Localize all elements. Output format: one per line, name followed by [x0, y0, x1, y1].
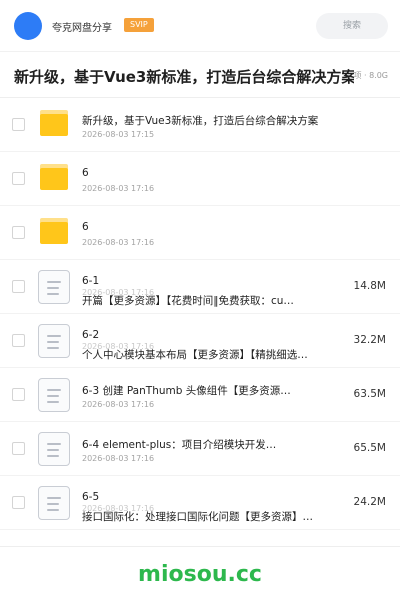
watermark-text: miosou.cc — [138, 562, 262, 587]
file-row[interactable]: 6-4 element-plus：项目介绍模块开发… 2026-08-03 17… — [0, 422, 400, 476]
file-size: 24.2M — [353, 496, 386, 508]
file-size: 65.5M — [353, 442, 386, 454]
folder-header: 新升级，基于Vue3新标准，打造后台综合解决方案 项 · 8.0G — [0, 52, 400, 98]
file-name-continued: 接口国际化：处理接口国际化问题【更多资源】… — [82, 511, 313, 523]
file-list: 新升级，基于Vue3新标准，打造后台综合解决方案 2026-08-03 17:1… — [0, 98, 400, 530]
row-checkbox[interactable] — [12, 334, 25, 347]
row-checkbox[interactable] — [12, 388, 25, 401]
document-icon — [38, 324, 70, 358]
document-icon — [38, 378, 70, 412]
file-date: 2026-08-03 17:15 — [82, 130, 155, 139]
row-checkbox[interactable] — [12, 280, 25, 293]
folder-meta: 项 · 8.0G — [353, 71, 388, 80]
file-name-continued: 开篇【更多资源】【花费时间‖免费获取：cu… — [82, 295, 294, 307]
file-date: 2026-08-03 17:16 — [82, 184, 155, 193]
document-icon — [38, 486, 70, 520]
svip-badge: SVIP — [124, 18, 154, 32]
folder-icon — [38, 110, 70, 138]
file-name: 6 — [82, 221, 89, 233]
search-button[interactable]: 搜索 — [316, 13, 388, 39]
document-icon — [38, 270, 70, 304]
file-name: 新升级，基于Vue3新标准，打造后台综合解决方案 — [82, 115, 319, 127]
file-date: 2026-08-03 17:16 — [82, 454, 155, 463]
folder-title: 新升级，基于Vue3新标准，打造后台综合解决方案 — [14, 68, 354, 86]
footer-divider — [0, 546, 400, 547]
file-name: 6-2 — [82, 329, 100, 341]
row-checkbox[interactable] — [12, 172, 25, 185]
top-bar: 夸克网盘分享 SVIP 搜索 — [0, 0, 400, 52]
file-name: 6-4 element-plus：项目介绍模块开发… — [82, 439, 277, 451]
folder-icon — [38, 164, 70, 192]
row-checkbox[interactable] — [12, 442, 25, 455]
document-icon — [38, 432, 70, 466]
row-checkbox[interactable] — [12, 118, 25, 131]
file-name: 6 — [82, 167, 89, 179]
file-size: 63.5M — [353, 388, 386, 400]
file-size: 14.8M — [353, 280, 386, 292]
file-size: 32.2M — [353, 334, 386, 346]
file-name: 6-5 — [82, 491, 100, 503]
file-name-continued: 个人中心模块基本布局【更多资源】【精挑细选… — [82, 349, 308, 361]
file-date: 2026-08-03 17:16 — [82, 238, 155, 247]
file-row[interactable]: 6 2026-08-03 17:16 — [0, 206, 400, 260]
file-row[interactable]: 新升级，基于Vue3新标准，打造后台综合解决方案 2026-08-03 17:1… — [0, 98, 400, 152]
file-row[interactable]: 6-5 2026-08-03 17:16 接口国际化：处理接口国际化问题【更多资… — [0, 476, 400, 530]
file-name: 6-1 — [82, 275, 100, 287]
user-name: 夸克网盘分享 — [52, 23, 112, 34]
folder-icon — [38, 218, 70, 246]
file-row[interactable]: 6-3 创建 PanThumb 头像组件【更多资源… 2026-08-03 17… — [0, 368, 400, 422]
file-name: 6-3 创建 PanThumb 头像组件【更多资源… — [82, 385, 291, 397]
row-checkbox[interactable] — [12, 496, 25, 509]
file-date: 2026-08-03 17:16 — [82, 400, 155, 409]
file-row[interactable]: 6 2026-08-03 17:16 — [0, 152, 400, 206]
row-checkbox[interactable] — [12, 226, 25, 239]
file-row[interactable]: 6-1 2026-08-03 17:16 开篇【更多资源】【花费时间‖免费获取：… — [0, 260, 400, 314]
file-row[interactable]: 6-2 2026-08-03 17:16 个人中心模块基本布局【更多资源】【精挑… — [0, 314, 400, 368]
avatar[interactable] — [14, 12, 42, 40]
